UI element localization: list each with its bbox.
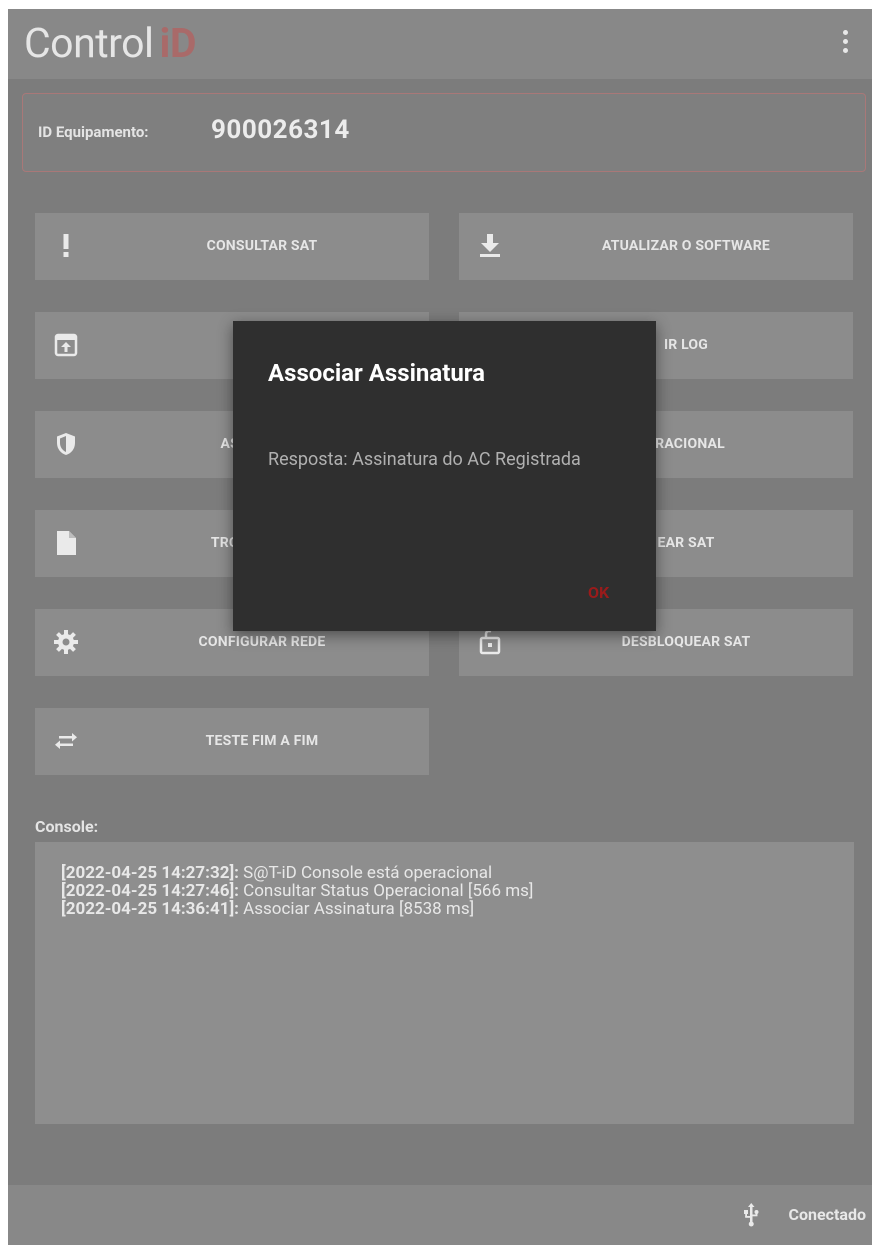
dialog-message: Resposta: Assinatura do AC Registrada: [268, 449, 581, 470]
equipment-id-box: ID Equipamento: 900026314: [22, 93, 866, 172]
logo-text: Control: [24, 20, 154, 68]
alert-dialog: Associar Assinatura Resposta: Assinatura…: [233, 321, 656, 631]
console-message: Consultar Status Operacional [566 ms]: [243, 881, 534, 901]
console-line: [2022-04-25 14:27:46]: Consultar Status …: [61, 882, 828, 900]
equipment-id-label: ID Equipamento:: [38, 123, 149, 141]
top-app-bar: Control iD: [8, 9, 872, 79]
unlock-icon: [479, 629, 501, 655]
bottom-status-bar: Conectado: [8, 1185, 872, 1245]
console-line: [2022-04-25 14:27:32]: S@T-iD Console es…: [61, 864, 828, 882]
download-icon: [480, 234, 500, 257]
console-timestamp: [2022-04-25 14:27:46]:: [61, 881, 239, 901]
connection-status: Conectado: [788, 1205, 866, 1224]
swap-arrows-icon: [55, 733, 77, 749]
exclamation-icon: [63, 234, 69, 257]
console-timestamp: [2022-04-25 14:27:32]:: [61, 863, 239, 883]
teste-fim-a-fim-button[interactable]: TESTE FIM A FIM: [35, 708, 429, 775]
console-message: Associar Assinatura [8538 ms]: [243, 899, 475, 919]
upload-box-icon: [54, 333, 78, 357]
button-label: CONSULTAR SAT: [206, 238, 318, 254]
gear-icon: [54, 630, 78, 654]
equipment-id-value: 900026314: [211, 115, 350, 145]
ok-button[interactable]: OK: [588, 583, 609, 602]
consultar-sat-button[interactable]: CONSULTAR SAT: [35, 213, 429, 280]
button-label: TESTE FIM A FIM: [205, 733, 319, 749]
control-id-logo: Control iD: [24, 19, 196, 69]
console-label: Console:: [35, 817, 99, 836]
console-message: S@T-iD Console está operacional: [243, 863, 493, 883]
shield-icon: [57, 433, 75, 455]
usb-icon: [744, 1203, 759, 1227]
overflow-menu-icon[interactable]: [840, 30, 850, 60]
document-icon: [57, 531, 76, 555]
console-line: [2022-04-25 14:36:41]: Associar Assinatu…: [61, 900, 828, 918]
button-label: ATUALIZAR O SOFTWARE: [601, 238, 771, 254]
atualizar-software-button[interactable]: ATUALIZAR O SOFTWARE: [459, 213, 853, 280]
logo-accent: iD: [159, 20, 196, 68]
console-timestamp: [2022-04-25 14:36:41]:: [61, 899, 239, 919]
dialog-title: Associar Assinatura: [268, 359, 486, 387]
console-output: [2022-04-25 14:27:32]: S@T-iD Console es…: [35, 842, 854, 1124]
app-window: Control iD ID Equipamento: 900026314 CONS…: [8, 9, 872, 1245]
